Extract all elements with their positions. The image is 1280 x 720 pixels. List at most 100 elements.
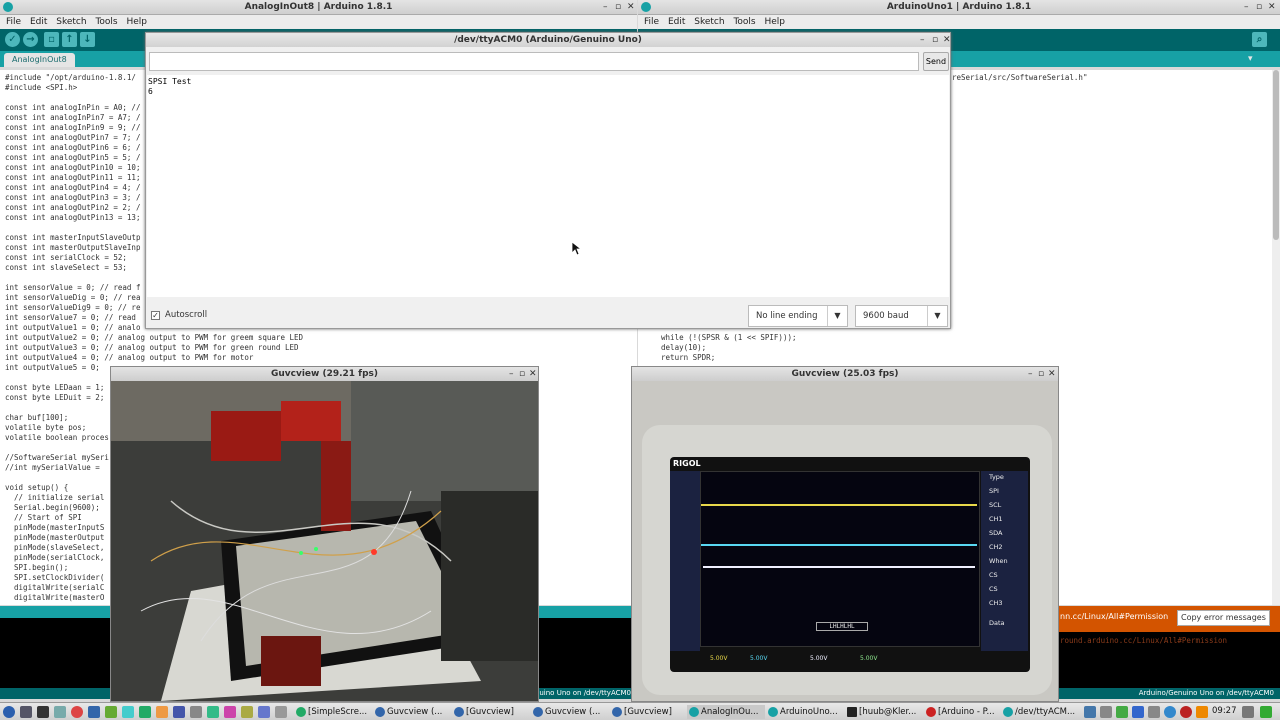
tray-icon[interactable]: [1148, 706, 1160, 718]
ch1-trace: [701, 504, 977, 506]
task-guvcview-3[interactable]: Guvcview (...: [531, 705, 609, 719]
terminal-icon[interactable]: [37, 706, 49, 718]
vertical-scrollbar[interactable]: [1272, 70, 1280, 605]
line-ending-select[interactable]: No line ending ▼: [748, 305, 848, 327]
upload-icon[interactable]: →: [23, 32, 38, 47]
hp-icon[interactable]: [1164, 706, 1176, 718]
tray-icon[interactable]: [1242, 706, 1254, 718]
close-icon[interactable]: ✕: [943, 33, 951, 47]
task-arduinouno[interactable]: ArduinoUno...: [766, 705, 844, 719]
task-analoginout[interactable]: AnalogInOu...: [687, 705, 765, 719]
task-guvcview-4[interactable]: [Guvcview]: [610, 705, 686, 719]
app-icon: [375, 707, 385, 717]
task-label: ArduinoUno...: [780, 707, 838, 717]
task-arduino-browser[interactable]: [Arduino - P...: [924, 705, 1000, 719]
maximize-icon[interactable]: ▫: [519, 367, 525, 381]
app-icon[interactable]: [88, 706, 100, 718]
task-guvcview-2[interactable]: [Guvcview]: [452, 705, 530, 719]
copy-error-button[interactable]: Copy error messages: [1177, 610, 1270, 626]
browser-icon[interactable]: [71, 706, 83, 718]
tab-analoginout8[interactable]: AnalogInOut8: [4, 53, 75, 67]
minimize-icon[interactable]: –: [509, 367, 514, 381]
volume-icon[interactable]: [1100, 706, 1112, 718]
task-serial-monitor[interactable]: /dev/ttyACM...: [1001, 705, 1079, 719]
scope-menu-type: Type: [989, 473, 1004, 481]
maximize-icon[interactable]: ▫: [615, 0, 621, 15]
close-icon[interactable]: ✕: [529, 367, 537, 381]
task-simplescreen[interactable]: [SimpleScre...: [294, 705, 372, 719]
app-icon[interactable]: [207, 706, 219, 718]
bluetooth-icon[interactable]: [1132, 706, 1144, 718]
tray-icon[interactable]: [1180, 706, 1192, 718]
arduino-app-icon: [3, 2, 13, 12]
scope-right-menu: Type SPI SCL CH1 SDA CH2 When CS CS CH3 …: [981, 471, 1028, 651]
scrollbar-thumb[interactable]: [1273, 70, 1279, 240]
close-icon[interactable]: ✕: [1268, 0, 1276, 15]
serial-monitor-titlebar[interactable]: /dev/ttyACM0 (Arduino/Genuino Uno) – ▫ ✕: [146, 33, 951, 47]
app-icon[interactable]: [275, 706, 287, 718]
save-sketch-icon[interactable]: ↓: [80, 32, 95, 47]
maximize-icon[interactable]: ▫: [932, 33, 938, 47]
maximize-icon[interactable]: ▫: [1038, 367, 1044, 381]
right-window-titlebar[interactable]: ArduinoUno1 | Arduino 1.8.1 – ▫ ✕: [638, 0, 1280, 15]
chevron-down-icon: ▼: [927, 306, 947, 326]
open-sketch-icon[interactable]: ↑: [62, 32, 77, 47]
app-icon[interactable]: [190, 706, 202, 718]
app-icon[interactable]: [139, 706, 151, 718]
app-icon[interactable]: [241, 706, 253, 718]
left-window-titlebar[interactable]: AnalogInOut8 | Arduino 1.8.1 – ▫ ✕: [0, 0, 637, 15]
close-icon[interactable]: ✕: [627, 0, 635, 15]
serial-bottom-bar: ✓ Autoscroll No line ending ▼ 9600 baud …: [146, 303, 950, 328]
serial-input[interactable]: [149, 52, 919, 71]
new-sketch-icon[interactable]: ▫: [44, 32, 59, 47]
network-icon[interactable]: [1084, 706, 1096, 718]
menu-tools[interactable]: Tools: [95, 17, 117, 27]
menu-help[interactable]: Help: [127, 17, 148, 27]
show-desktop-icon[interactable]: [1260, 706, 1272, 718]
serial-output[interactable]: SPSI Test 6: [147, 75, 949, 297]
code-line: int outputValue4 = 0; // analog output t…: [5, 353, 254, 362]
baud-rate-select[interactable]: 9600 baud ▼: [855, 305, 948, 327]
clock[interactable]: 09:27: [1212, 706, 1237, 716]
guvcview-right-titlebar[interactable]: Guvcview (25.03 fps) – ▫ ✕: [632, 367, 1058, 381]
autoscroll-checkbox[interactable]: ✓: [151, 311, 160, 320]
menu-edit[interactable]: Edit: [30, 17, 47, 27]
scope-menu-when: When: [989, 557, 1008, 565]
serial-monitor-icon[interactable]: ⌕: [1252, 32, 1267, 47]
verify-icon[interactable]: ✓: [5, 32, 20, 47]
menu-sketch[interactable]: Sketch: [694, 17, 724, 27]
menu-edit[interactable]: Edit: [668, 17, 685, 27]
app-icon[interactable]: [156, 706, 168, 718]
menu-file[interactable]: File: [6, 17, 21, 27]
menu-sketch[interactable]: Sketch: [56, 17, 86, 27]
task-guvcview-1[interactable]: Guvcview (...: [373, 705, 451, 719]
minimize-icon[interactable]: –: [603, 0, 608, 15]
menu-file[interactable]: File: [644, 17, 659, 27]
close-icon[interactable]: ✕: [1048, 367, 1056, 381]
menu-tools[interactable]: Tools: [733, 17, 755, 27]
update-icon[interactable]: [1196, 706, 1208, 718]
serial-monitor-window: /dev/ttyACM0 (Arduino/Genuino Uno) – ▫ ✕…: [145, 32, 951, 329]
right-menubar: File Edit Sketch Tools Help: [638, 15, 1280, 29]
console-link[interactable]: round.arduino.cc/Linux/All#Permission: [1060, 636, 1227, 645]
send-button[interactable]: Send: [923, 52, 949, 71]
minimize-icon[interactable]: –: [1244, 0, 1249, 15]
tray-icon[interactable]: [1116, 706, 1128, 718]
app-icon[interactable]: [122, 706, 134, 718]
maximize-icon[interactable]: ▫: [1256, 0, 1262, 15]
tab-menu-icon[interactable]: ▾: [1248, 54, 1253, 64]
scope-menu-spi: SPI: [989, 487, 999, 495]
desktop-icon[interactable]: [54, 706, 66, 718]
task-terminal[interactable]: [huub@Kler...: [845, 705, 923, 719]
menu-help[interactable]: Help: [765, 17, 786, 27]
app-icon[interactable]: [105, 706, 117, 718]
start-menu-icon[interactable]: [3, 706, 15, 718]
app-icon[interactable]: [173, 706, 185, 718]
minimize-icon[interactable]: –: [1028, 367, 1033, 381]
app-icon[interactable]: [224, 706, 236, 718]
file-manager-icon[interactable]: [20, 706, 32, 718]
ch2-scale: 5.00V: [750, 655, 768, 662]
minimize-icon[interactable]: –: [920, 33, 925, 47]
guvcview-left-titlebar[interactable]: Guvcview (29.21 fps) – ▫ ✕: [111, 367, 538, 381]
app-icon[interactable]: [258, 706, 270, 718]
